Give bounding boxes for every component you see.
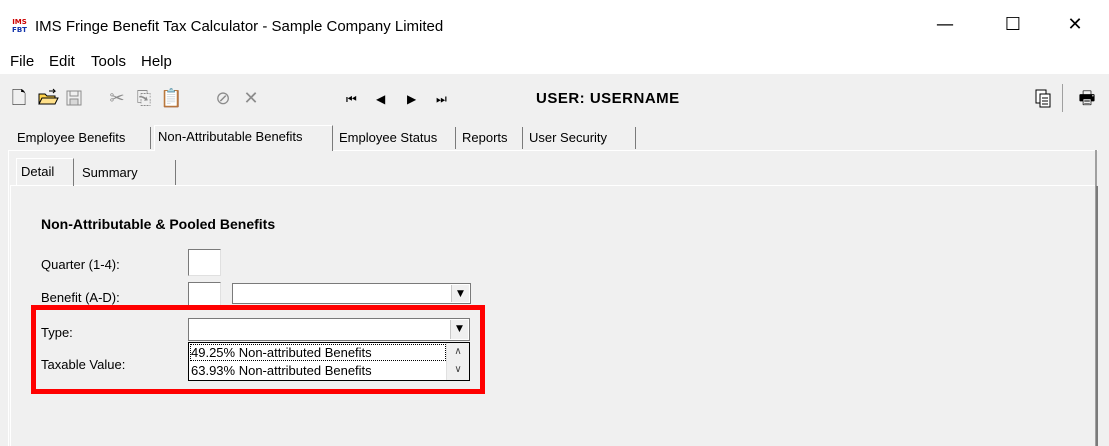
tab-reports[interactable]: Reports <box>459 127 523 149</box>
user-label: USER: USERNAME <box>536 90 680 107</box>
maximize-button[interactable]: ☐ <box>991 10 1035 40</box>
cancel-icon[interactable]: ⊘ <box>212 88 234 110</box>
cut-icon[interactable]: ✂ <box>106 88 128 110</box>
app-logo-icon: IMS FBT <box>12 18 27 34</box>
close-button[interactable]: ✕ <box>1053 10 1097 40</box>
tab-frame-left <box>8 150 9 446</box>
menu-bar: File Edit Tools Help <box>0 48 1109 74</box>
quarter-input[interactable] <box>188 249 221 276</box>
first-record-icon[interactable]: ⏮ <box>346 91 357 107</box>
window-title: IMS Fringe Benefit Tax Calculator - Samp… <box>35 18 444 35</box>
menu-tools[interactable]: Tools <box>91 53 126 70</box>
menu-file[interactable]: File <box>10 53 34 70</box>
highlight-annotation <box>31 305 485 394</box>
benefit-label: Benefit (A-D): <box>41 290 120 305</box>
tab-employee-benefits[interactable]: Employee Benefits <box>14 127 151 149</box>
title-bar: IMS FBT IMS Fringe Benefit Tax Calculato… <box>0 0 1109 48</box>
delete-icon[interactable]: ✕ <box>240 88 262 110</box>
section-heading: Non-Attributable & Pooled Benefits <box>41 216 276 232</box>
last-record-icon[interactable]: ⏭ <box>436 91 447 107</box>
subtab-detail[interactable]: Detail <box>16 158 74 186</box>
tab-user-security[interactable]: User Security <box>526 127 636 149</box>
print-icon[interactable]: 🖶 <box>1076 88 1098 110</box>
copy-icon[interactable]: ⎘ <box>133 88 155 110</box>
tab-employee-status[interactable]: Employee Status <box>336 127 456 149</box>
benefit-description-combo[interactable]: ▼ <box>232 283 471 304</box>
save-icon[interactable] <box>63 88 85 110</box>
subtab-summary[interactable]: Summary <box>78 160 176 185</box>
tab-non-attributable-benefits[interactable]: Non-Attributable Benefits <box>154 125 333 151</box>
paste-icon[interactable]: 📋 <box>160 88 182 110</box>
quarter-label: Quarter (1-4): <box>41 257 120 272</box>
menu-help[interactable]: Help <box>141 53 172 70</box>
benefit-code-input[interactable] <box>188 282 221 307</box>
copy-report-icon[interactable] <box>1032 88 1054 110</box>
next-record-icon[interactable]: ▶ <box>407 91 416 107</box>
chevron-down-icon[interactable]: ▼ <box>451 285 469 302</box>
minimize-button[interactable]: — <box>923 10 967 40</box>
new-document-icon[interactable]: 🗋 <box>8 88 30 110</box>
toolbar-separator <box>1062 84 1063 112</box>
menu-edit[interactable]: Edit <box>49 53 75 70</box>
previous-record-icon[interactable]: ◀ <box>376 91 385 107</box>
open-folder-icon[interactable] <box>37 88 59 110</box>
